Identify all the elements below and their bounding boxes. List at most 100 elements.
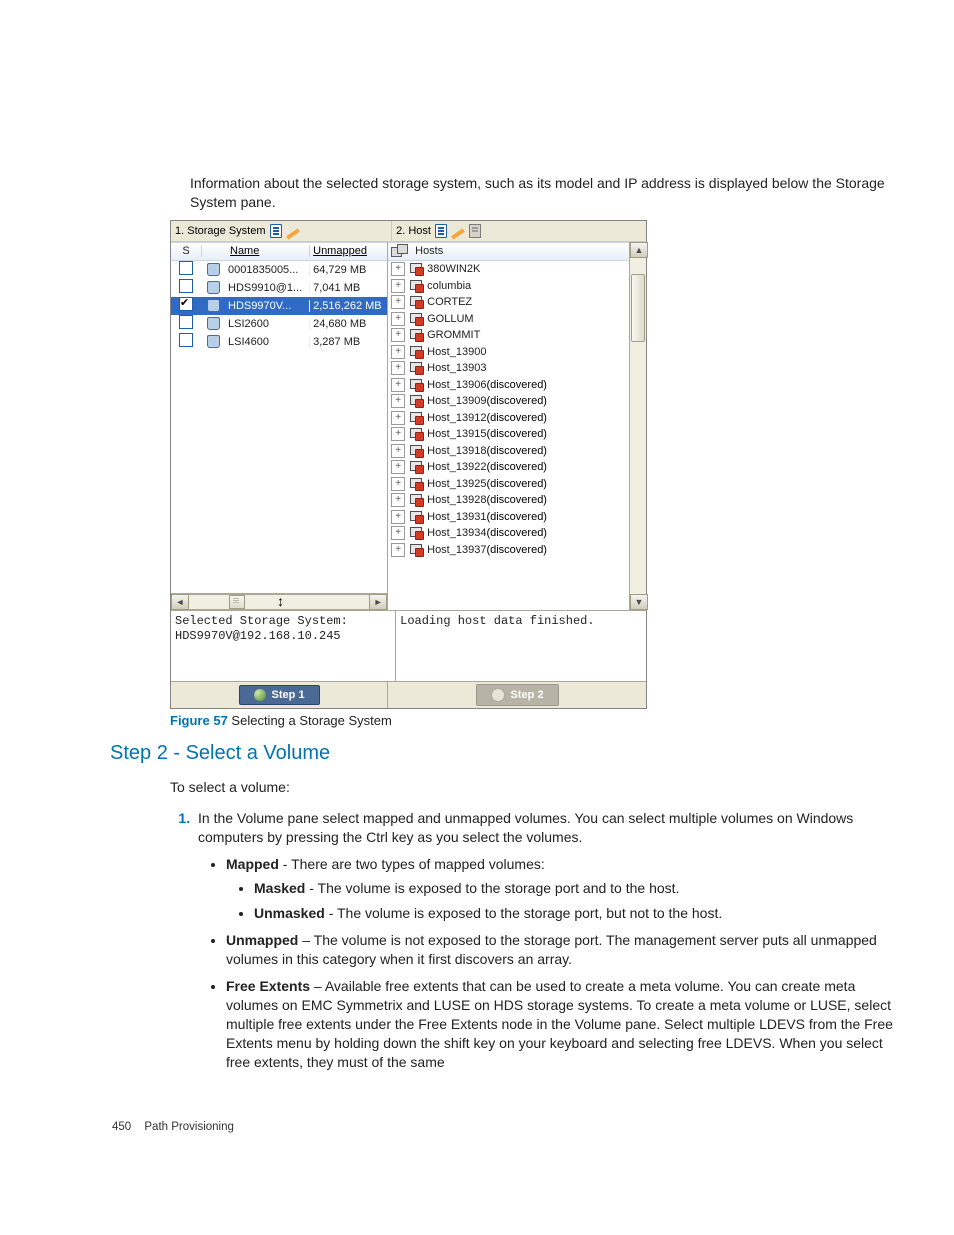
- col-name[interactable]: Name: [227, 245, 310, 257]
- host-row[interactable]: +Host_13903: [388, 360, 629, 377]
- storage-row[interactable]: LSI260024,680 MB: [171, 315, 387, 333]
- checkbox[interactable]: [179, 261, 193, 275]
- host-icon: [409, 362, 423, 374]
- expand-icon[interactable]: +: [391, 328, 405, 342]
- host-row[interactable]: +GROMMIT: [388, 327, 629, 344]
- figure-caption: Figure 57 Selecting a Storage System: [170, 713, 894, 728]
- host-row[interactable]: +CORTEZ: [388, 294, 629, 311]
- host-discovered-label: (discovered): [486, 412, 547, 424]
- host-icon: [409, 395, 423, 407]
- pencil-icon[interactable]: [451, 228, 465, 239]
- host-row[interactable]: +Host_13918 (discovered): [388, 442, 629, 459]
- storage-cylinder-icon: [207, 299, 220, 312]
- host-icon: [409, 461, 423, 473]
- expand-icon[interactable]: +: [391, 427, 405, 441]
- host-row[interactable]: + columbia: [388, 277, 629, 294]
- host-row[interactable]: +380WIN2K: [388, 261, 629, 278]
- lead-text: To select a volume:: [170, 779, 894, 795]
- host-name: Host_13931: [427, 511, 486, 523]
- host-name: GOLLUM: [427, 313, 473, 325]
- host-row[interactable]: +Host_13912 (discovered): [388, 409, 629, 426]
- host-row[interactable]: +Host_13915 (discovered): [388, 426, 629, 443]
- storage-cylinder-icon: [207, 335, 220, 348]
- scroll-left-button[interactable]: ◄: [171, 594, 189, 610]
- host-icon: [409, 296, 423, 308]
- expand-icon[interactable]: +: [391, 510, 405, 524]
- horizontal-scrollbar[interactable]: ◄ ↕ ►: [171, 593, 387, 610]
- host-discovered-label: (discovered): [486, 379, 547, 391]
- storage-unmapped: 7,041 MB: [310, 282, 387, 294]
- hosts-tree-root[interactable]: Hosts: [388, 242, 629, 261]
- pencil-icon[interactable]: [286, 228, 300, 239]
- host-discovered-label: (discovered): [486, 395, 547, 407]
- expand-icon[interactable]: +: [391, 493, 405, 507]
- step-disabled-icon: [491, 688, 505, 702]
- intro-paragraph: Information about the selected storage s…: [190, 174, 894, 212]
- storage-unmapped: 3,287 MB: [310, 336, 387, 348]
- expand-icon[interactable]: +: [391, 312, 405, 326]
- host-row[interactable]: +Host_13931 (discovered): [388, 508, 629, 525]
- vertical-scrollbar[interactable]: ▲ ▼: [629, 242, 646, 610]
- storage-tab-label: 1. Storage System: [175, 225, 266, 237]
- host-name: columbia: [427, 280, 471, 292]
- host-icon: [409, 445, 423, 457]
- host-name: Host_13909: [427, 395, 486, 407]
- host-row[interactable]: +Host_13934 (discovered): [388, 525, 629, 542]
- host-icon: [409, 428, 423, 440]
- host-status-info: Loading host data finished.: [396, 611, 646, 681]
- host-row[interactable]: +Host_13937 (discovered): [388, 541, 629, 558]
- storage-row[interactable]: LSI46003,287 MB: [171, 333, 387, 351]
- host-icon: [409, 379, 423, 391]
- server-icon[interactable]: [469, 224, 481, 238]
- bullet-mapped: Mapped - There are two types of mapped v…: [226, 855, 894, 924]
- scroll-thumb[interactable]: [631, 274, 645, 342]
- host-row[interactable]: + Host_13906 (discovered): [388, 376, 629, 393]
- sheet-icon[interactable]: [435, 224, 447, 238]
- expand-icon[interactable]: +: [391, 460, 405, 474]
- host-icon: [409, 263, 423, 275]
- host-name: Host_13928: [427, 494, 486, 506]
- host-icon: [409, 280, 423, 292]
- expand-icon[interactable]: +: [391, 444, 405, 458]
- storage-row[interactable]: HDS9970V...2,516,262 MB: [171, 297, 387, 315]
- expand-icon[interactable]: +: [391, 526, 405, 540]
- host-row[interactable]: +Host_13922 (discovered): [388, 459, 629, 476]
- host-row[interactable]: + Host_13909 (discovered): [388, 393, 629, 410]
- storage-row[interactable]: 0001835005...64,729 MB: [171, 261, 387, 279]
- checkbox[interactable]: [179, 279, 193, 293]
- col-unmapped[interactable]: Unmapped: [310, 245, 387, 257]
- sheet-icon[interactable]: [270, 224, 282, 238]
- col-s[interactable]: S: [171, 245, 202, 257]
- scroll-down-button[interactable]: ▼: [630, 594, 648, 610]
- storage-row[interactable]: HDS9910@1...7,041 MB: [171, 279, 387, 297]
- host-row[interactable]: + Host_13928 (discovered): [388, 492, 629, 509]
- expand-icon[interactable]: +: [391, 295, 405, 309]
- host-icon: [409, 412, 423, 424]
- storage-column-header[interactable]: S Name Unmapped: [171, 242, 387, 261]
- scroll-up-button[interactable]: ▲: [630, 242, 648, 258]
- checkbox[interactable]: [179, 315, 193, 329]
- host-name: Host_13906: [427, 379, 486, 391]
- expand-icon[interactable]: +: [391, 411, 405, 425]
- host-discovered-label: (discovered): [486, 445, 547, 457]
- expand-icon[interactable]: +: [391, 279, 405, 293]
- storage-name: 0001835005...: [225, 264, 310, 276]
- expand-icon[interactable]: +: [391, 543, 405, 557]
- expand-icon[interactable]: +: [391, 394, 405, 408]
- expand-icon[interactable]: +: [391, 262, 405, 276]
- checkbox[interactable]: [179, 333, 193, 347]
- storage-unmapped: 2,516,262 MB: [310, 300, 387, 312]
- host-row[interactable]: + GOLLUM: [388, 310, 629, 327]
- step1-button[interactable]: Step 1: [239, 685, 320, 705]
- expand-icon[interactable]: +: [391, 345, 405, 359]
- expand-icon[interactable]: +: [391, 378, 405, 392]
- expand-icon[interactable]: +: [391, 361, 405, 375]
- expand-icon[interactable]: +: [391, 477, 405, 491]
- host-discovered-label: (discovered): [486, 494, 547, 506]
- host-discovered-label: (discovered): [486, 478, 547, 490]
- scroll-right-button[interactable]: ►: [369, 594, 387, 610]
- checkbox[interactable]: [179, 297, 193, 311]
- host-row[interactable]: +Host_13900: [388, 343, 629, 360]
- host-row[interactable]: +Host_13925 (discovered): [388, 475, 629, 492]
- storage-name: LSI2600: [225, 318, 310, 330]
